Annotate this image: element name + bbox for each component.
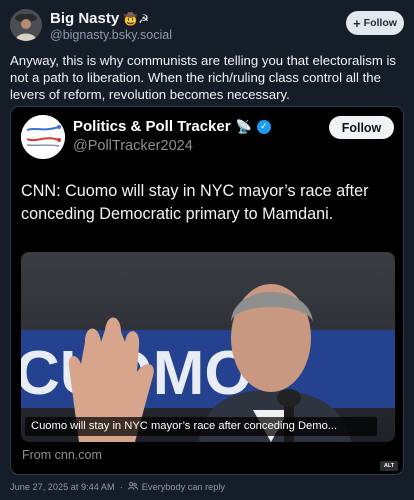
embed-author-handle[interactable]: @PollTracker2024 [73, 138, 193, 154]
author-name-text[interactable]: Big Nasty [50, 10, 119, 27]
image-caption: Cuomo will stay in NYC mayor’s race afte… [25, 417, 377, 436]
post-footer: June 27, 2025 at 9:44 AM · Everybody can… [10, 482, 225, 492]
avatar-image [10, 9, 42, 41]
people-icon [127, 482, 138, 492]
author-avatar[interactable] [10, 9, 42, 41]
post-text: Anyway, this is why communists are telli… [10, 53, 396, 102]
alt-badge[interactable]: ALT [380, 461, 398, 471]
follow-label: Follow [363, 17, 397, 29]
follow-button[interactable]: + Follow [346, 11, 404, 35]
embed-text: CNN: Cuomo will stay in NYC mayor’s race… [21, 182, 369, 223]
verified-badge-icon: ✓ [256, 119, 271, 134]
link-source[interactable]: From cnn.com [22, 448, 102, 462]
plus-icon: + [353, 15, 361, 31]
separator: · [119, 482, 123, 492]
cuomo-photo: CUOMO [21, 252, 395, 442]
embed-avatar[interactable] [21, 115, 65, 159]
embed-name-text[interactable]: Politics & Poll Tracker [73, 118, 231, 135]
post-card: Big Nasty 🤠☭ @bignasty.bsky.social + Fol… [0, 0, 414, 500]
post-date[interactable]: June 27, 2025 at 9:44 AM [10, 482, 115, 492]
embedded-post[interactable]: Politics & Poll Tracker 📡 ✓ @PollTracker… [10, 106, 404, 475]
reply-setting[interactable]: Everybody can reply [142, 482, 225, 492]
author-name[interactable]: Big Nasty 🤠☭ [50, 10, 149, 27]
embed-follow-button[interactable]: Follow [329, 116, 394, 139]
author-handle[interactable]: @bignasty.bsky.social [50, 28, 172, 42]
author-emoji: 🤠☭ [123, 12, 150, 26]
satellite-icon: 📡 [235, 118, 252, 134]
poll-chart-icon [21, 115, 65, 159]
embed-author-name[interactable]: Politics & Poll Tracker 📡 ✓ [73, 118, 271, 135]
news-image[interactable]: CUOMO Cuomo will stay in NYC mayor’s rac… [21, 252, 395, 442]
